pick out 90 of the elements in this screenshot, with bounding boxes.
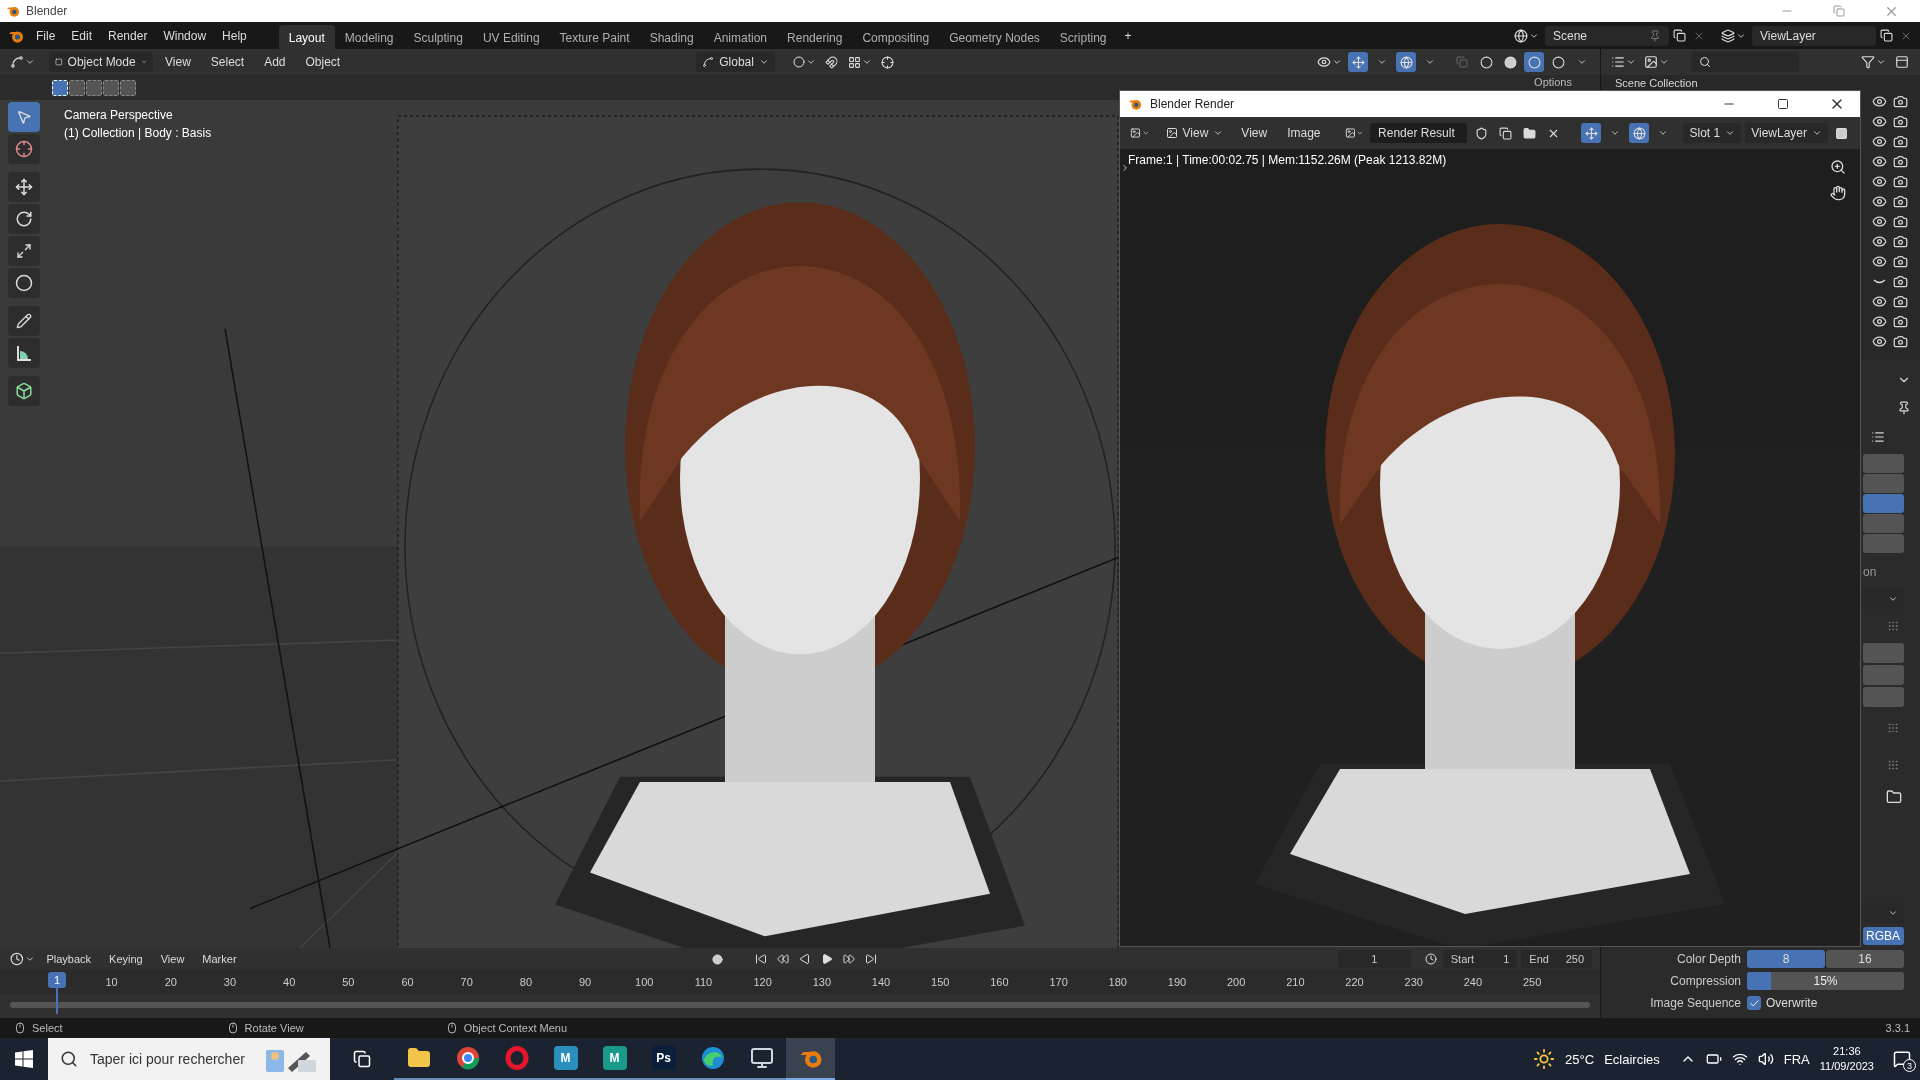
frame-number: 250: [1521, 976, 1543, 988]
options-dropdown[interactable]: Options: [1530, 75, 1576, 89]
workspace-tab[interactable]: Scripting: [1049, 24, 1117, 51]
scene-field[interactable]: Scene: [1545, 25, 1669, 46]
color-depth-option[interactable]: 8: [1747, 950, 1825, 968]
frame-number: 120: [752, 976, 773, 988]
window-title: Blender: [26, 4, 68, 18]
frame-number: 180: [1107, 976, 1128, 988]
property-label: Color Depth: [1675, 952, 1741, 966]
workspace-tab[interactable]: Modeling: [334, 24, 404, 51]
frame-number: 190: [1166, 976, 1188, 988]
start-frame-field[interactable]: Start 1: [1442, 950, 1518, 968]
frame-number: 10: [104, 976, 119, 988]
menu-item[interactable]: Help: [214, 25, 255, 46]
app-tile-icon: M: [553, 1046, 578, 1070]
frame-number: 200: [1225, 976, 1247, 988]
status-hint: Rotate View: [244, 1022, 304, 1034]
notification-count: 3: [1903, 1059, 1916, 1072]
menu-item[interactable]: Add: [256, 52, 294, 72]
workspace-tab[interactable]: Compositing: [852, 24, 940, 51]
mode-dropdown[interactable]: Object Mode: [49, 52, 153, 72]
frame-number: 160: [989, 976, 1010, 988]
workspace-tab[interactable]: Shading: [639, 24, 704, 51]
workspace-tab[interactable]: Rendering: [777, 24, 853, 51]
status-hint: Object Context Menu: [463, 1022, 568, 1034]
playhead[interactable]: 1: [48, 972, 66, 988]
menu-item[interactable]: View: [157, 52, 199, 72]
frame-number: 140: [870, 976, 892, 988]
checkbox-label[interactable]: Overwrite: [1766, 996, 1818, 1010]
frame-number: 90: [577, 976, 593, 988]
frame-number: 80: [518, 976, 534, 988]
end-frame-field[interactable]: End 250: [1521, 950, 1592, 968]
menu-item[interactable]: Render: [100, 25, 156, 46]
frame-number: 220: [1344, 976, 1365, 988]
workspace-tab[interactable]: Geometry Nodes: [939, 24, 1050, 51]
workspace-tab[interactable]: Sculpting: [403, 24, 473, 51]
menu-item[interactable]: Edit: [63, 25, 101, 46]
current-frame-field[interactable]: 1: [1338, 950, 1411, 968]
frame-number: 130: [811, 976, 832, 988]
menu-item[interactable]: Playback: [38, 950, 100, 968]
search-bar[interactable]: Taper ici pour rechercher: [48, 1038, 330, 1080]
compression-slider[interactable]: 15%: [1747, 972, 1904, 990]
notifications-button[interactable]: 3: [1884, 1038, 1920, 1080]
collection-label[interactable]: Scene Collection: [1615, 77, 1698, 89]
menu-item[interactable]: Keying: [101, 950, 151, 968]
property-label: on: [1863, 565, 1878, 579]
frame-number: 70: [459, 976, 474, 988]
taskbar-app[interactable]: Ps: [639, 1038, 688, 1080]
orientation-dropdown[interactable]: Global: [696, 52, 775, 72]
slot-dropdown[interactable]: Slot 1: [1683, 123, 1742, 143]
menu-item[interactable]: File: [28, 25, 64, 46]
property-label: Compression: [1669, 974, 1741, 988]
app-tile-icon: Ps: [651, 1046, 676, 1070]
frame-number: 50: [341, 976, 356, 988]
frame-number: 20: [163, 976, 178, 988]
clock[interactable]: 21:36 11/09/2023: [1819, 1044, 1874, 1074]
menu-item[interactable]: Window: [155, 25, 215, 46]
menu-item[interactable]: Object: [297, 52, 349, 72]
temperature[interactable]: 25°C: [1565, 1051, 1595, 1067]
view-layer-dropdown[interactable]: ViewLayer: [1745, 123, 1828, 143]
frame-number: 240: [1462, 976, 1484, 988]
add-workspace-button[interactable]: +: [1116, 25, 1140, 46]
workspace-tab[interactable]: Animation: [703, 24, 778, 51]
menu-item[interactable]: Select: [202, 52, 253, 72]
frame-number: 110: [693, 976, 714, 988]
color-depth-option[interactable]: 16: [1826, 950, 1904, 968]
frame-number: 170: [1048, 976, 1069, 988]
frame-number: 150: [930, 976, 951, 988]
frame-number: 60: [400, 976, 415, 988]
workspace-tab[interactable]: UV Editing: [472, 24, 550, 51]
frame-number: 100: [634, 976, 655, 988]
app-tile-icon: M: [602, 1046, 627, 1070]
menu-item[interactable]: Marker: [194, 950, 245, 968]
color-mode-button[interactable]: RGBA: [1863, 927, 1904, 945]
version-label: 3.3.1: [1885, 1022, 1910, 1034]
property-label: Image Sequence: [1649, 996, 1741, 1010]
menu-item[interactable]: View: [152, 950, 193, 968]
taskbar-app[interactable]: M: [541, 1038, 590, 1080]
status-hint: Select: [32, 1022, 63, 1034]
weather-label[interactable]: Eclaircies: [1604, 1051, 1660, 1067]
frame-number: 40: [282, 976, 297, 988]
slider-value: 15%: [1813, 974, 1838, 988]
search-field[interactable]: Taper ici pour rechercher: [88, 1050, 254, 1068]
frame-number: 30: [222, 976, 238, 988]
view-layer-field[interactable]: ViewLayer: [1752, 25, 1876, 46]
frame-number: 230: [1403, 976, 1424, 988]
frame-number: 210: [1285, 976, 1306, 988]
language-indicator[interactable]: FRA: [1783, 1051, 1810, 1067]
workspace-tab[interactable]: Texture Paint: [549, 24, 640, 51]
workspace-tab[interactable]: Layout: [278, 24, 335, 51]
